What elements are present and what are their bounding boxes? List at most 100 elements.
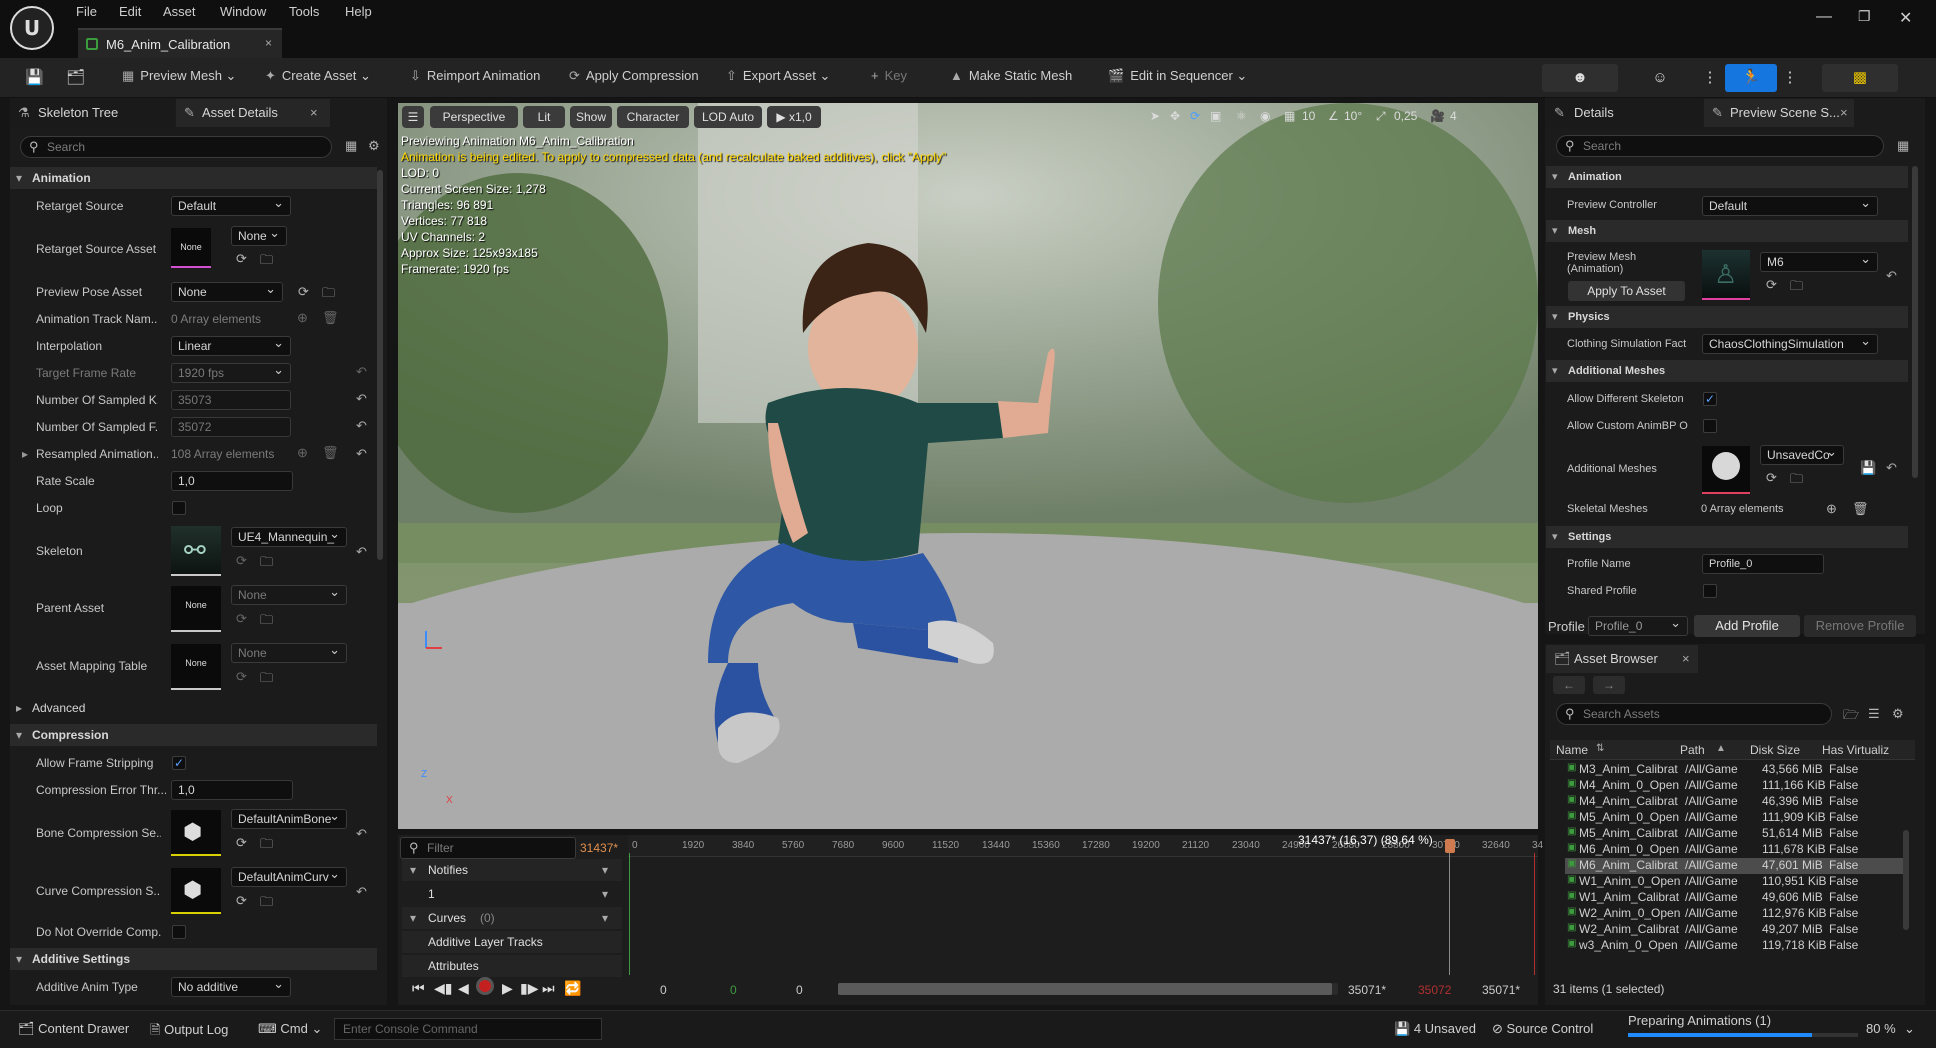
collapse-chevron-icon[interactable]: ▾ — [410, 859, 416, 881]
asset-row[interactable]: ▣ W2_Anim_0_Open/All/Game 112,976 KiB False — [1565, 906, 1905, 922]
notify-track-1[interactable]: 1 ▾ — [402, 883, 622, 905]
unreal-logo[interactable]: U — [10, 6, 54, 50]
preview-controller-dropdown[interactable]: Default — [1702, 196, 1878, 216]
bone-compression-thumbnail[interactable]: ⬢ — [171, 810, 221, 856]
column-disk-size[interactable]: Disk Size — [1750, 743, 1800, 757]
asset-row[interactable]: ▣ W1_Anim_Calibrat/All/Game 49,606 MiB Fals… — [1565, 890, 1905, 906]
browse-folder-icon[interactable]: 🗀 — [260, 553, 273, 575]
reset-icon[interactable]: ↶ — [356, 364, 367, 380]
menu-file[interactable]: File — [76, 4, 97, 19]
reset-icon[interactable]: ↶ — [356, 391, 367, 407]
grid-snap-value[interactable]: 10 — [1302, 109, 1315, 123]
tab-asset-details[interactable]: ✎ Asset Details × — [176, 99, 330, 127]
curve-compression-thumbnail[interactable]: ⬢ — [171, 868, 221, 914]
timeline-scrollbar[interactable] — [838, 983, 1338, 995]
section-physics[interactable]: Physics — [1546, 306, 1908, 328]
section-animation[interactable]: Animation — [10, 167, 377, 189]
asset-row[interactable]: ▣ w3_Anim_0_Open/All/Game 119,718 KiB False — [1565, 938, 1905, 954]
asset-row[interactable]: ▣ M4_Anim_Calibrat/All/Game 46,396 MiB Fals… — [1565, 794, 1905, 810]
asset-search-input[interactable]: Search Assets — [1556, 703, 1832, 725]
curves-track[interactable]: ▾ Curves (0) ▾ — [402, 907, 622, 929]
step-forward-icon[interactable]: ▮▶ — [520, 980, 538, 997]
scale-snap-value[interactable]: 0,25 — [1394, 109, 1417, 123]
settings-gear-icon[interactable]: ⚙ — [1892, 706, 1904, 722]
skeleton-thumbnail[interactable]: ⚯ — [171, 526, 221, 576]
view-end-field[interactable]: 35071* — [1348, 983, 1386, 997]
rotate-icon[interactable]: ⟳ — [1190, 109, 1200, 123]
select-mode-icon[interactable]: ➤ — [1150, 109, 1160, 123]
rate-scale-field[interactable]: 1,0 — [171, 471, 293, 491]
content-drawer-button[interactable]: 🗂 Content Drawer — [18, 1021, 129, 1037]
reset-icon[interactable]: ↶ — [356, 826, 367, 842]
table-view-icon[interactable]: ▦ — [345, 138, 357, 154]
apply-compression-button[interactable]: ⟳ Apply Compression — [569, 68, 699, 84]
loop-checkbox[interactable] — [172, 501, 186, 515]
tab-asset-browser[interactable]: 🗂 Asset Browser × — [1546, 645, 1698, 673]
play-reverse-icon[interactable]: ◀ — [458, 980, 469, 997]
use-selected-icon[interactable]: ⟳ — [1766, 470, 1777, 486]
num-sampled-keys-field[interactable]: 35073 — [171, 390, 291, 410]
save-icon[interactable]: 💾 — [1860, 460, 1876, 476]
attributes-track[interactable]: Attributes — [402, 955, 622, 977]
asset-mapping-table-thumbnail[interactable]: None — [171, 644, 221, 690]
reset-icon[interactable]: ↶ — [356, 884, 367, 900]
do-not-override-checkbox[interactable] — [172, 925, 186, 939]
angle-snap-value[interactable]: 10° — [1344, 109, 1362, 123]
reset-icon[interactable]: ↶ — [356, 446, 367, 462]
angle-snap-icon[interactable]: ∠ — [1328, 109, 1339, 123]
work-end-field[interactable]: 35072 — [1418, 983, 1451, 997]
browse-folder-icon[interactable]: 🗀 — [260, 893, 273, 915]
browse-folder-icon[interactable]: 🗀 — [260, 669, 273, 691]
delete-icon[interactable]: 🗑 — [322, 310, 339, 326]
surface-snap-icon[interactable]: ◉ — [1260, 109, 1270, 123]
more-icon[interactable]: ⋮ — [1700, 64, 1720, 92]
view-start-field[interactable]: 0 — [796, 983, 803, 997]
playback-speed-button[interactable]: ▶ x1,0 — [767, 106, 821, 128]
track-menu-icon[interactable]: ▾ — [602, 883, 608, 905]
lit-button[interactable]: Lit — [523, 106, 565, 128]
lod-auto-button[interactable]: LOD Auto — [694, 106, 762, 128]
allow-different-skeleton-checkbox[interactable]: ✓ — [1703, 392, 1717, 406]
additive-layer-tracks[interactable]: Additive Layer Tracks — [402, 931, 622, 953]
parent-asset-thumbnail[interactable]: None — [171, 586, 221, 632]
close-tab-icon[interactable]: × — [265, 36, 272, 50]
tab-details[interactable]: ✎ Details — [1546, 99, 1702, 127]
browse-folder-icon[interactable]: 🗀 — [260, 251, 273, 273]
asset-row[interactable]: ▣ M3_Anim_Calibrat/All/Game 43,566 MiB Fals… — [1565, 762, 1905, 778]
allow-frame-stripping-checkbox[interactable]: ✓ — [172, 756, 186, 770]
go-to-end-icon[interactable]: ⏭ — [542, 980, 555, 997]
skeleton-mode-icon[interactable]: ☻ — [1542, 64, 1618, 92]
minimize-button[interactable]: — — [1816, 8, 1832, 26]
camera-speed-icon[interactable]: 🎥 — [1430, 109, 1445, 123]
forward-arrow-icon[interactable]: → — [1593, 676, 1625, 694]
back-arrow-icon[interactable]: ← — [1553, 676, 1585, 694]
playhead-handle[interactable] — [1445, 839, 1455, 853]
browse-folder-icon[interactable]: 🗀 — [1790, 277, 1803, 299]
preview-mesh-button[interactable]: ▦ Preview Mesh ⌄ — [122, 68, 236, 84]
make-static-mesh-button[interactable]: ▲ Make Static Mesh — [950, 68, 1072, 83]
asset-list-scrollbar[interactable] — [1903, 830, 1909, 930]
camera-speed-value[interactable]: 4 — [1450, 109, 1457, 123]
settings-gear-icon[interactable]: ⚙ — [368, 138, 380, 154]
edit-in-sequencer-button[interactable]: 🎬 Edit in Sequencer ⌄ — [1108, 68, 1247, 84]
remove-profile-button[interactable]: Remove Profile — [1804, 615, 1916, 637]
source-control-button[interactable]: ⊘ Source Control — [1492, 1021, 1593, 1037]
delete-icon[interactable]: 🗑 — [1852, 501, 1869, 517]
column-name[interactable]: Name — [1556, 743, 1588, 757]
asset-row[interactable]: ▣ M6_Anim_0_Open/All/Game 111,678 KiB False — [1565, 842, 1905, 858]
go-to-start-icon[interactable]: ⏮ — [412, 980, 425, 997]
document-tab[interactable]: M6_Anim_Calibration × — [78, 28, 282, 58]
grid-snap-icon[interactable]: ▦ — [1284, 109, 1295, 123]
table-view-icon[interactable]: ▦ — [1897, 138, 1909, 154]
browse-folder-icon[interactable]: 🗀 — [260, 611, 273, 633]
additional-meshes-dropdown[interactable]: UnsavedCo — [1760, 445, 1844, 465]
preview-mesh-dropdown[interactable]: M6 — [1760, 252, 1878, 272]
menu-asset[interactable]: Asset — [163, 4, 196, 19]
clothing-sim-dropdown[interactable]: ChaosClothingSimulation — [1702, 334, 1878, 354]
save-icon[interactable]: 💾 — [25, 68, 44, 86]
close-tab-icon[interactable]: × — [1840, 105, 1848, 120]
reset-icon[interactable]: ↶ — [1886, 268, 1897, 284]
menu-tools[interactable]: Tools — [289, 4, 319, 19]
filter-icon[interactable]: ☰ — [1868, 706, 1880, 722]
use-selected-icon[interactable]: ⟳ — [236, 553, 247, 569]
